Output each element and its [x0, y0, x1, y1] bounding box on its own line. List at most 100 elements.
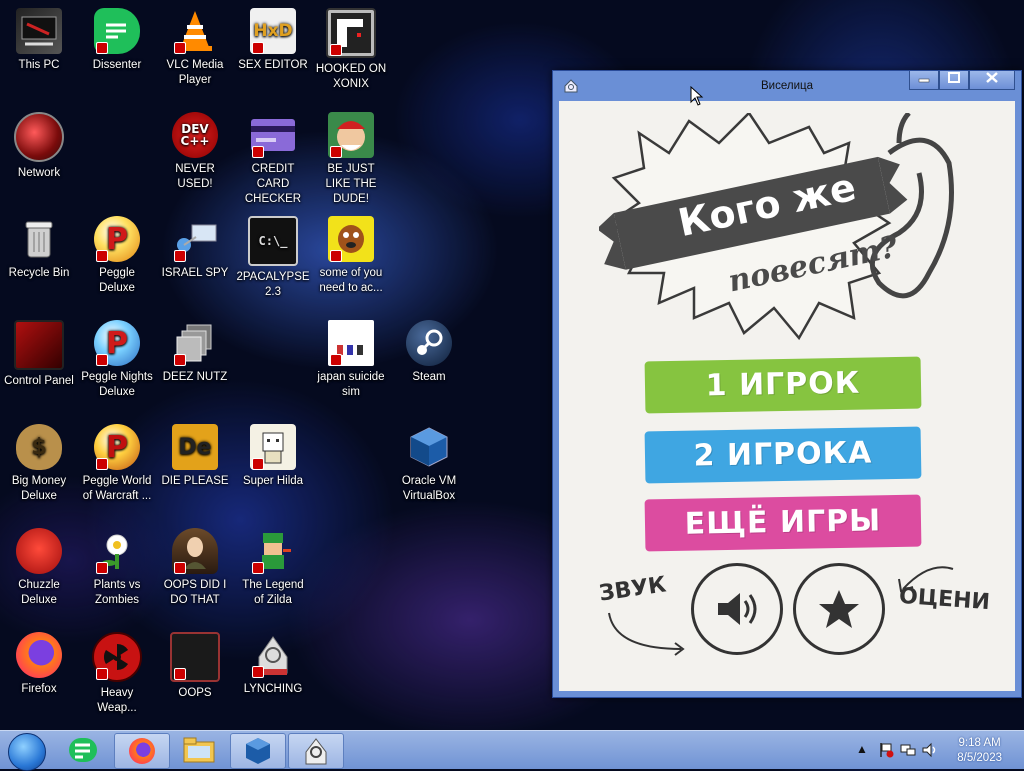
virtualbox-icon: [246, 738, 270, 764]
desktop: This PC Network Recycle Bin Control Pane…: [0, 0, 552, 730]
desktop-icon-dissenter[interactable]: Dissenter: [78, 2, 156, 98]
desktop-icon-this-pc[interactable]: This PC: [0, 2, 78, 98]
desktop-icon-peggle-wow[interactable]: P Peggle World of Warcraft ...: [78, 418, 156, 514]
desktop-icon-deez-nutz[interactable]: DEEZ NUTZ: [156, 314, 234, 410]
credit-card-icon: [250, 112, 296, 158]
icon-label: japan suicide sim: [317, 371, 385, 398]
desktop-icon-hooked-on-xonix[interactable]: HOOKED ON XONIX: [312, 2, 390, 98]
desktop-icon-legend-zilda[interactable]: The Legend of Zilda: [234, 522, 312, 618]
desktop-icon-virtualbox[interactable]: Oracle VM VirtualBox: [390, 418, 468, 514]
desktop-icon-peggle-nights[interactable]: P Peggle Nights Deluxe: [78, 314, 156, 410]
action-center-flag-icon[interactable]: [878, 742, 894, 758]
arrow-to-sound-icon: [608, 612, 685, 656]
volume-icon[interactable]: [922, 742, 938, 758]
game-logo: Кого же повесят?: [596, 111, 969, 343]
desktop-icon-heavy-weapon[interactable]: Heavy Weap...: [78, 626, 156, 722]
desktop-icon-oops-did-i[interactable]: OOPS DID I DO THAT: [156, 522, 234, 618]
noose-app-icon: [250, 632, 296, 678]
taskbar-dissenter-button[interactable]: [56, 733, 110, 767]
vlc-cone-icon: [172, 8, 218, 54]
system-tray: ▲ 9:18 AM 8/5/2023: [844, 731, 1024, 769]
start-button[interactable]: [8, 733, 46, 771]
icon-label: Peggle World of Warcraft ...: [82, 475, 152, 502]
rate-label: ОЦЕНИ: [898, 583, 991, 616]
icon-label: OOPS: [178, 687, 212, 699]
minimize-button[interactable]: [909, 71, 939, 90]
window-titlebar[interactable]: Виселица: [553, 71, 1021, 99]
desktop-icon-firefox[interactable]: Firefox: [0, 626, 78, 722]
desktop-icon-dev-cpp[interactable]: DEV C++ NEVER USED!: [156, 106, 234, 202]
desktop-icon-peggle-deluxe[interactable]: P Peggle Deluxe: [78, 210, 156, 306]
close-button[interactable]: [969, 71, 1015, 90]
desktop-icon-pvz[interactable]: Plants vs Zombies: [78, 522, 156, 618]
network-status-icon[interactable]: [900, 742, 916, 758]
icon-label: DIE PLEASE: [161, 475, 229, 487]
icon-label: ISRAEL SPY: [161, 267, 229, 279]
pixel-hero-icon: [250, 528, 296, 574]
icon-label: Control Panel: [4, 375, 74, 387]
document-icon: [328, 320, 374, 366]
rate-button[interactable]: [793, 563, 885, 655]
desktop-icon-control-panel[interactable]: Control Panel: [0, 314, 78, 410]
icon-label: Peggle Deluxe: [99, 267, 135, 294]
desktop-icon-be-like-dude[interactable]: BE JUST LIKE THE DUDE!: [312, 106, 390, 205]
dog-icon: [328, 216, 374, 262]
taskbar-virtualbox-button[interactable]: [230, 733, 286, 769]
network-computer-icon: [172, 216, 218, 262]
one-player-button[interactable]: 1 ИГРОК: [644, 356, 922, 414]
network-globe-icon: [14, 112, 64, 162]
peggle-icon: P: [94, 216, 140, 262]
icon-label: Heavy Weap...: [97, 687, 137, 714]
command-prompt-icon: C:\_: [248, 216, 298, 266]
taskbar-firefox-button[interactable]: [114, 733, 170, 769]
desktop-icon-network[interactable]: Network: [0, 106, 78, 202]
taskbar: ▲ 9:18 AM 8/5/2023: [0, 730, 1024, 771]
desktop-icon-some-of-you[interactable]: some of you need to ac...: [312, 210, 390, 306]
desktop-icon-israel-spy[interactable]: ISRAEL SPY: [156, 210, 234, 306]
firefox-icon: [129, 738, 155, 764]
virtualbox-icon: [406, 424, 452, 470]
more-games-button[interactable]: ЕЩЁ ИГРЫ: [644, 494, 922, 552]
icon-label: VLC Media Player: [166, 59, 224, 86]
oops-icon: [170, 632, 220, 682]
taskbar-file-explorer-button[interactable]: [172, 733, 226, 767]
dissenter-icon: [69, 738, 97, 762]
control-panel-icon: [14, 320, 64, 370]
hxd-icon: HxD: [250, 8, 296, 54]
steam-icon: [406, 320, 452, 366]
pixel-character-icon: [250, 424, 296, 470]
desktop-icon-chuzzle[interactable]: Chuzzle Deluxe: [0, 522, 78, 618]
desktop-icon-big-money[interactable]: $ Big Money Deluxe: [0, 418, 78, 514]
sound-label: ЗВУК: [597, 572, 668, 607]
desktop-icon-sex-editor[interactable]: HxD SEX EDITOR: [234, 2, 312, 98]
maximize-button[interactable]: [939, 71, 969, 90]
desktop-icon-die-please[interactable]: De DIE PLEASE: [156, 418, 234, 514]
plants-vs-zombies-icon: [94, 528, 140, 574]
desktop-icon-credit-card[interactable]: CREDIT CARD CHECKER: [234, 106, 312, 205]
hangman-window[interactable]: Виселица Кого же повесят? 1 ИГРОК 2 ИГРО…: [552, 70, 1022, 698]
icon-label: Dissenter: [92, 59, 142, 71]
desktop-icon-recycle-bin[interactable]: Recycle Bin: [0, 210, 78, 306]
desktop-icon-japan-suicide-sim[interactable]: japan suicide sim: [312, 314, 390, 410]
taskbar-hangman-button[interactable]: [288, 733, 344, 769]
desktop-icon-2pacalypse[interactable]: C:\_ 2PACALYPSE 2.3: [234, 210, 312, 306]
sound-toggle-button[interactable]: [691, 563, 783, 655]
desktop-icon-super-hilda[interactable]: Super Hilda: [234, 418, 312, 514]
icon-label: Steam: [412, 371, 446, 383]
icon-label: LYNCHING: [243, 683, 303, 695]
icon-label: Chuzzle Deluxe: [18, 579, 60, 606]
speaker-icon: [718, 593, 757, 625]
icon-label: Super Hilda: [242, 475, 304, 487]
icon-label: Network: [17, 167, 61, 179]
icon-label: Recycle Bin: [8, 267, 70, 279]
dev-cpp-icon: DEV C++: [172, 112, 218, 158]
desktop-icon-steam[interactable]: Steam: [390, 314, 468, 410]
radiation-icon: [92, 632, 142, 682]
taskbar-clock[interactable]: 9:18 AM 8/5/2023: [957, 736, 1002, 766]
desktop-icon-vlc[interactable]: VLC Media Player: [156, 2, 234, 98]
two-players-button[interactable]: 2 ИГРОКА: [644, 426, 922, 484]
desktop-icon-lynching[interactable]: LYNCHING: [234, 626, 312, 722]
show-hidden-icons-icon[interactable]: ▲: [854, 742, 870, 758]
desktop-icon-oops[interactable]: OOPS: [156, 626, 234, 722]
peggle-wow-icon: P: [94, 424, 140, 470]
